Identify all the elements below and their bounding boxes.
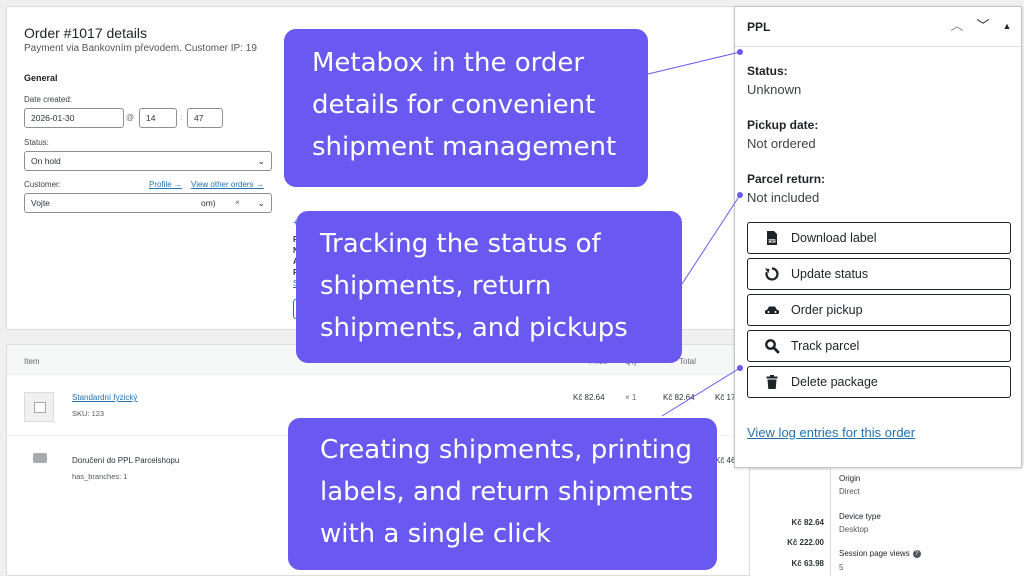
search-icon [765,339,780,354]
callout-tracking-line-2: shipments, return [320,271,552,301]
view-other-orders-link[interactable]: View other orders → [191,180,264,189]
order-attribution-panel: Origin Direct Device type Desktop Sessio… [830,466,1024,576]
collapse-toggle-icon[interactable]: ▲ [997,16,1017,36]
product-sku: SKU: 123 [72,409,105,418]
status-select[interactable]: On hold ⌄ [24,151,272,171]
ppl-metabox-header: PPL ︿ ﹀ ▲ [735,7,1021,47]
customer-label: Customer: [24,180,61,189]
ppl-pickup-value: Not ordered [747,136,816,151]
ppl-return-label: Parcel return: [747,172,826,186]
product-price: Kč 82.64 [573,393,605,402]
col-item: Item [24,357,40,366]
clear-icon[interactable]: × [235,197,240,207]
minute-input[interactable]: 47 [187,108,223,128]
refresh-icon [765,267,779,281]
pdf-icon: PDF [767,231,777,245]
total-shipping: Kč 222.00 [787,538,824,547]
product-qty: × 1 [625,393,637,402]
time-colon: : [180,113,183,122]
chevron-down-icon: ⌄ [257,156,265,166]
callout-creating: Creating shipments, printing labels, and… [288,418,717,570]
order-title: Order #1017 details [24,25,147,41]
view-log-entries-link[interactable]: View log entries for this order [747,425,915,440]
origin-label: Origin [839,474,861,483]
ppl-pickup-label: Pickup date: [747,118,819,132]
device-label: Device type [839,512,881,521]
callout-metabox-line-3: shipment management [312,132,617,162]
callout-tracking: Tracking the status of shipments, return… [296,211,682,363]
order-totals: Kč 82.64 Kč 222.00 Kč 63.98 [750,470,830,576]
callout-tracking-line-3: shipments, and pickups [320,313,628,343]
track-parcel-text: Track parcel [791,339,860,353]
product-link[interactable]: Standardní fyzický [72,393,137,402]
callout-creating-line-3: with a single click [320,519,551,549]
delete-package-button[interactable]: Delete package [747,366,1011,398]
callout-metabox-line-2: details for convenient [312,90,596,120]
shipping-name: Doručení do PPL Parcelshopu [72,456,180,465]
move-down-icon[interactable]: ﹀ [973,16,993,36]
hour-input[interactable]: 14 [139,108,177,128]
shipping-meta: has_branches: 1 [72,472,128,481]
callout-metabox-line-1: Metabox in the order [312,48,585,78]
truck-icon [33,453,47,463]
track-parcel-button[interactable]: Track parcel [747,330,1011,362]
total-tax: Kč 63.98 [791,559,824,568]
ppl-metabox: PPL ︿ ﹀ ▲ Status: Unknown Pickup date: N… [734,6,1022,468]
col-total: Total [679,357,696,366]
chevron-down-icon: ⌄ [257,198,265,208]
callout-creating-line-2: labels, and return shipments [320,477,694,507]
car-icon [765,306,779,314]
callout-creating-line-1: Creating shipments, printing [320,435,692,465]
update-status-text: Update status [791,267,869,281]
origin-value: Direct [839,487,860,496]
product-thumbnail [24,392,54,422]
move-up-icon[interactable]: ︿ [947,16,967,36]
product-total: Kč 82.64 [663,393,695,402]
customer-select[interactable]: Vojte om) × ⌄ [24,193,272,213]
views-label-text: Session page views [839,549,910,558]
status-select-value: On hold [31,156,61,166]
help-icon[interactable]: ? [912,549,921,558]
trash-icon [766,375,778,389]
ppl-return-value: Not included [747,190,820,205]
views-label: Session page views? [839,549,921,558]
update-status-button[interactable]: Update status [747,258,1011,290]
ppl-status-value: Unknown [747,82,802,97]
customer-select-tail: om) [201,198,216,208]
delete-package-text: Delete package [791,375,878,389]
profile-link[interactable]: Profile → [149,180,182,189]
callout-metabox: Metabox in the order details for conveni… [284,29,648,187]
device-value: Desktop [839,525,869,534]
views-value: 5 [839,563,844,572]
shipping-extra: Kč 46 [715,456,736,465]
ppl-title: PPL [747,20,771,34]
order-subtitle: Payment via Bankovním převodem. Customer… [24,43,257,54]
download-label-text: Download label [791,231,877,245]
date-created-label: Date created: [24,95,73,104]
status-label: Status: [24,138,49,147]
general-heading: General [24,73,58,83]
total-subtotal: Kč 82.64 [791,518,824,527]
customer-select-value: Vojte [31,198,50,208]
download-label-button[interactable]: PDF Download label [747,222,1011,254]
at-separator: @ [126,113,135,122]
order-pickup-button[interactable]: Order pickup [747,294,1011,326]
order-pickup-text: Order pickup [791,303,863,317]
ppl-status-label: Status: [747,64,788,78]
callout-tracking-line-1: Tracking the status of [320,229,601,259]
svg-text:PDF: PDF [768,239,775,243]
date-created-input[interactable]: 2026-01-30 [24,108,124,128]
product-extra: Kč 17 [715,393,736,402]
